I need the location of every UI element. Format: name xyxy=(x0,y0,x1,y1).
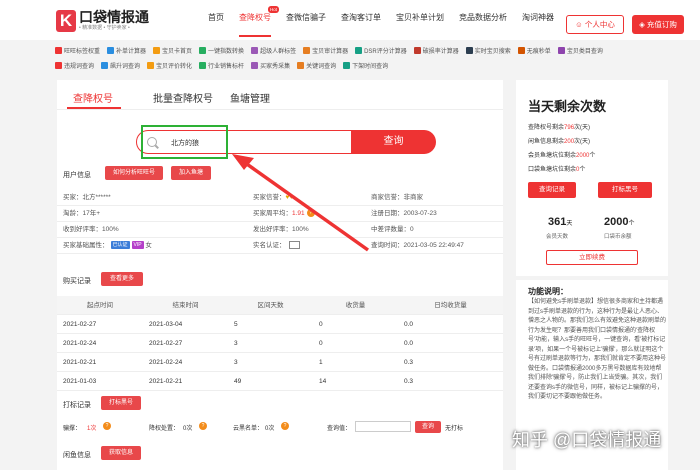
side-panel: 当天剩余次数 查降权号剩余796次(天) 闲鱼信息剩余200次(天) 会员鱼塘坑… xyxy=(516,80,668,276)
func-text: 【如何避免s手刷单退款】想信很多商家和主持都遇到过s手刷单退款的行为，这种行为是… xyxy=(528,299,667,400)
side-tag-black-button[interactable]: 打标黑号 xyxy=(598,182,652,198)
func-title: 功能说明： xyxy=(528,287,568,296)
zhihu-watermark: 知乎 @口袋情报通 xyxy=(512,430,662,450)
renew-button[interactable]: 立即续费 xyxy=(546,250,638,265)
side-title: 当天剩余次数 xyxy=(528,99,607,114)
query-record-button[interactable]: 查询记录 xyxy=(528,182,576,198)
